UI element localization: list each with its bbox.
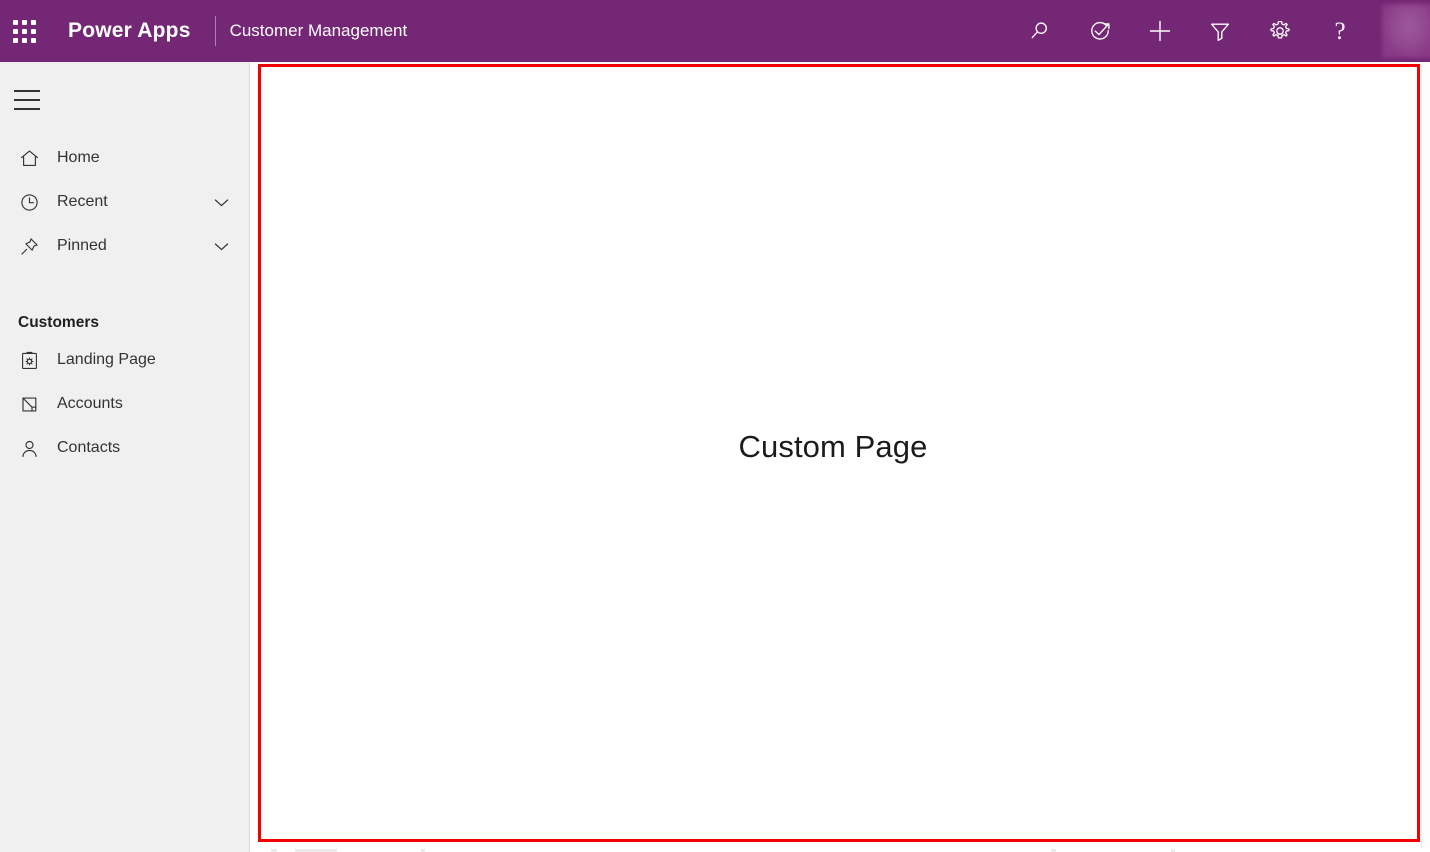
sidebar-item-label: Accounts <box>57 395 123 413</box>
command-bar-actions: ? <box>1010 0 1430 62</box>
sidebar-item-recent[interactable]: Recent <box>0 180 249 224</box>
assistant-icon[interactable] <box>1080 7 1120 55</box>
hamburger-bar <box>14 108 40 110</box>
pin-icon <box>18 235 40 257</box>
gear-icon[interactable] <box>1260 7 1300 55</box>
sidebar-navigation: Home Recent <box>0 62 250 852</box>
custom-page-highlight-annotation: Custom Page <box>258 64 1420 842</box>
waffle-dot <box>22 29 27 34</box>
sidebar-item-label: Pinned <box>57 237 107 255</box>
user-avatar[interactable] <box>1382 4 1430 58</box>
sidebar-item-contacts[interactable]: Contacts <box>0 426 249 470</box>
waffle-dot <box>22 38 27 43</box>
waffle-dot <box>31 38 36 43</box>
custom-page-canvas: Custom Page <box>261 67 1417 839</box>
sidebar-group-list: Landing Page Accounts <box>0 338 249 470</box>
waffle-dot <box>22 20 27 25</box>
hamburger-menu-icon[interactable] <box>14 76 62 124</box>
waffle-dot <box>13 20 18 25</box>
waffle-dot <box>31 29 36 34</box>
top-command-bar: Power Apps Customer Management <box>0 0 1430 62</box>
brand-divider <box>215 16 216 46</box>
plus-icon[interactable] <box>1140 7 1180 55</box>
sidebar-item-landing-page[interactable]: Landing Page <box>0 338 249 382</box>
clock-icon <box>18 191 40 213</box>
app-name-label: Customer Management <box>230 21 408 41</box>
sidebar-item-pinned[interactable]: Pinned <box>0 224 249 268</box>
waffle-dot <box>13 38 18 43</box>
sidebar-item-label: Contacts <box>57 439 120 457</box>
custom-page-icon <box>18 349 40 371</box>
sidebar-item-accounts[interactable]: Accounts <box>0 382 249 426</box>
help-icon[interactable]: ? <box>1320 7 1360 55</box>
main-content-region: Custom Page <box>251 62 1430 852</box>
page-title: Custom Page <box>739 429 928 465</box>
waffle-grid <box>13 20 36 43</box>
sidebar-group-title: Customers <box>18 314 249 332</box>
search-icon[interactable] <box>1020 7 1060 55</box>
chevron-down-icon[interactable] <box>210 235 232 257</box>
brand-title[interactable]: Power Apps <box>68 19 191 43</box>
bottom-clipped-row <box>251 848 1430 852</box>
accounts-icon <box>18 393 40 415</box>
contact-person-icon <box>18 437 40 459</box>
sidebar-item-label: Landing Page <box>57 351 156 369</box>
waffle-dot <box>13 29 18 34</box>
chevron-down-icon[interactable] <box>210 191 232 213</box>
hamburger-bar <box>14 90 40 92</box>
power-apps-model-driven-app: Power Apps Customer Management <box>0 0 1430 852</box>
sidebar-item-label: Recent <box>57 193 108 211</box>
waffle-dot <box>31 20 36 25</box>
hamburger-bar <box>14 99 40 101</box>
sidebar-item-home[interactable]: Home <box>0 136 249 180</box>
home-icon <box>18 147 40 169</box>
filter-icon[interactable] <box>1200 7 1240 55</box>
sidebar-item-label: Home <box>57 149 100 167</box>
sidebar-primary-list: Home Recent <box>0 136 249 268</box>
help-glyph: ? <box>1334 19 1345 44</box>
app-launcher-waffle-icon[interactable] <box>0 0 48 62</box>
content-vertical-scrollbar[interactable] <box>1421 63 1430 852</box>
